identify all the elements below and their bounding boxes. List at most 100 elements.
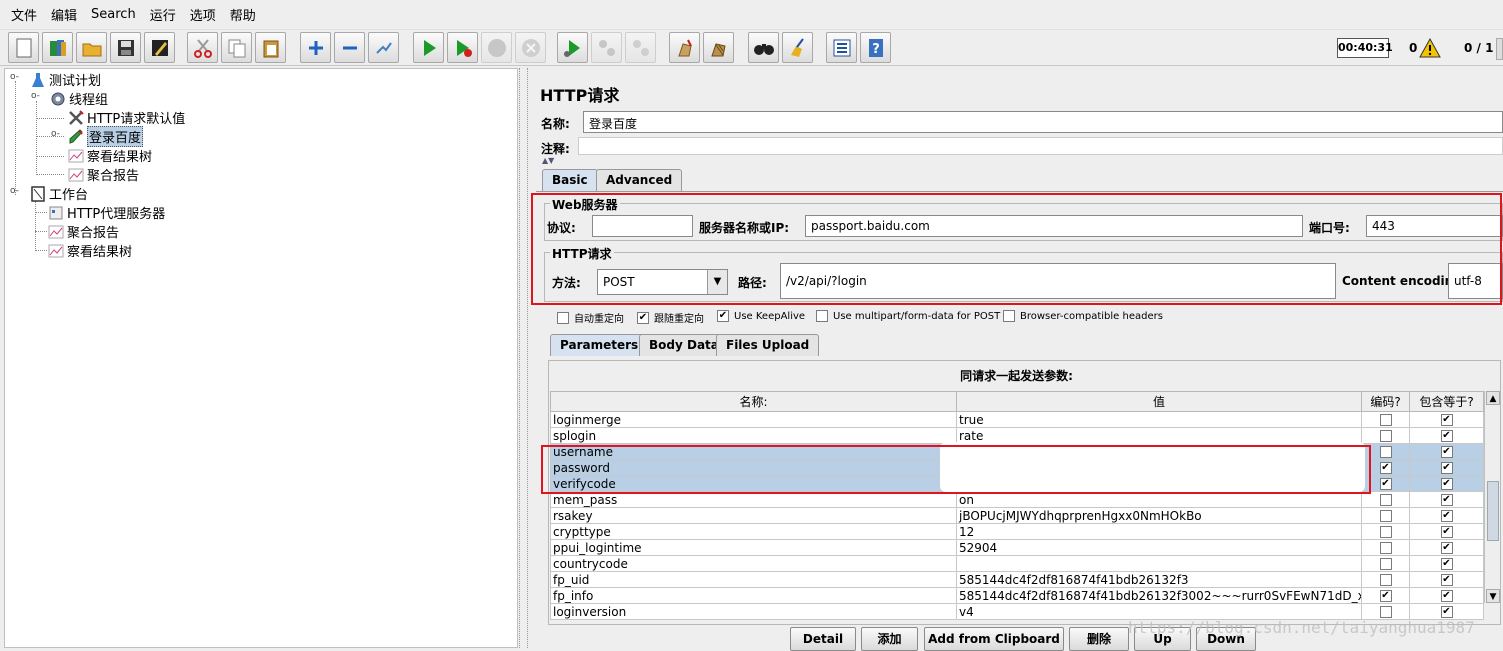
content-encoding-field[interactable]: utf-8 xyxy=(1448,263,1503,299)
multipart-checkbox[interactable]: Use multipart/form-data for POST xyxy=(816,310,1000,322)
search-button[interactable] xyxy=(748,32,779,63)
start-no-pause-button[interactable] xyxy=(447,32,478,63)
column-header-include-equals[interactable]: 包含等于? xyxy=(1409,391,1484,412)
param-name[interactable]: loginmerge xyxy=(550,411,957,428)
param-value[interactable] xyxy=(956,555,1362,572)
encode-checkbox[interactable] xyxy=(1379,510,1392,522)
warning-icon[interactable] xyxy=(1419,38,1441,58)
tree-node-thread-group[interactable]: 线程组 xyxy=(49,89,108,108)
function-helper-button[interactable] xyxy=(826,32,857,63)
checkbox-box[interactable]: ✔ xyxy=(717,310,729,322)
param-value[interactable]: 12 xyxy=(956,523,1362,540)
collapse-button[interactable] xyxy=(334,32,365,63)
encode-checkbox[interactable] xyxy=(1379,558,1392,570)
tab-advanced[interactable]: Advanced xyxy=(596,169,683,191)
param-name[interactable]: splogin xyxy=(550,427,957,444)
tree-node-wb-aggregate-report[interactable]: 聚合报告 xyxy=(47,222,119,241)
menu-run[interactable]: 运行 xyxy=(143,5,183,24)
include-equals-checkbox[interactable]: ✔ xyxy=(1440,510,1453,522)
param-value[interactable]: true xyxy=(956,411,1362,428)
include-equals-checkbox[interactable]: ✔ xyxy=(1440,430,1453,442)
clear-all-button[interactable] xyxy=(703,32,734,63)
param-value[interactable]: jBOPUcjMJWYdhqprprenHgxx0NmHOkBo xyxy=(956,507,1362,524)
follow-redirect-checkbox[interactable]: ✔ 跟随重定向 xyxy=(637,310,704,325)
tree-toggle-thread-group[interactable]: o- xyxy=(31,91,40,101)
paste-button[interactable] xyxy=(255,32,286,63)
auto-redirect-checkbox[interactable]: 自动重定向 xyxy=(557,310,624,325)
stop-button[interactable] xyxy=(481,32,512,63)
encode-checkbox[interactable]: ✔ xyxy=(1379,462,1392,474)
encode-checkbox[interactable] xyxy=(1379,574,1392,586)
include-equals-checkbox[interactable]: ✔ xyxy=(1440,446,1453,458)
tree-toggle-login[interactable]: o- xyxy=(51,129,60,139)
param-value[interactable]: 585144dc4f2df816874f41bdb26132f3 xyxy=(956,571,1362,588)
detail-button[interactable]: Detail xyxy=(790,627,856,651)
include-equals-checkbox[interactable]: ✔ xyxy=(1440,606,1453,618)
encode-checkbox[interactable] xyxy=(1379,542,1392,554)
tree-node-login-baidu[interactable]: 登录百度 xyxy=(67,126,144,147)
tree-node-view-results-tree[interactable]: 察看结果树 xyxy=(67,146,152,165)
chevron-down-icon[interactable]: ▼ xyxy=(707,270,727,294)
open-button[interactable] xyxy=(76,32,107,63)
clear-button[interactable] xyxy=(669,32,700,63)
param-value[interactable]: 585144dc4f2df816874f41bdb26132f3002~~~ru… xyxy=(956,587,1362,604)
encode-checkbox[interactable] xyxy=(1379,430,1392,442)
scroll-up-icon[interactable]: ▲ xyxy=(1486,391,1500,405)
server-field[interactable]: passport.baidu.com xyxy=(805,215,1303,237)
tree-node-workbench[interactable]: 工作台 xyxy=(29,184,88,203)
keepalive-checkbox[interactable]: ✔ Use KeepAlive xyxy=(717,310,805,322)
menu-edit[interactable]: 编辑 xyxy=(44,5,84,24)
checkbox-box[interactable]: ✔ xyxy=(637,311,649,324)
table-row[interactable]: fp_uid 585144dc4f2df816874f41bdb26132f3 ✔ xyxy=(550,571,1484,588)
menu-file[interactable]: 文件 xyxy=(4,5,44,24)
checkbox-box[interactable] xyxy=(816,310,828,322)
method-select[interactable]: POST ▼ xyxy=(597,269,728,295)
include-equals-checkbox[interactable]: ✔ xyxy=(1440,526,1453,538)
pane-splitter[interactable] xyxy=(519,68,528,648)
encode-checkbox[interactable] xyxy=(1379,446,1392,458)
include-equals-checkbox[interactable]: ✔ xyxy=(1440,574,1453,586)
param-name[interactable]: fp_info xyxy=(550,587,957,604)
expand-button[interactable] xyxy=(300,32,331,63)
param-name[interactable]: username xyxy=(550,443,957,460)
scroll-thumb[interactable] xyxy=(1487,481,1499,541)
param-name[interactable]: fp_uid xyxy=(550,571,957,588)
encode-checkbox[interactable] xyxy=(1379,606,1392,618)
checkbox-box[interactable] xyxy=(1003,310,1015,322)
tree-node-aggregate-report[interactable]: 聚合报告 xyxy=(67,165,139,184)
encode-checkbox[interactable] xyxy=(1379,414,1392,426)
templates-button[interactable] xyxy=(42,32,73,63)
browser-compatible-checkbox[interactable]: Browser-compatible headers xyxy=(1003,310,1163,322)
save-as-button[interactable] xyxy=(144,32,175,63)
table-row[interactable]: crypttype 12 ✔ xyxy=(550,523,1484,540)
param-name[interactable]: mem_pass xyxy=(550,491,957,508)
help-button[interactable]: ? xyxy=(860,32,891,63)
include-equals-checkbox[interactable]: ✔ xyxy=(1440,590,1453,602)
protocol-field[interactable] xyxy=(592,215,693,237)
add-button[interactable]: 添加 xyxy=(861,627,918,651)
toggle-button[interactable] xyxy=(368,32,399,63)
include-equals-checkbox[interactable]: ✔ xyxy=(1440,414,1453,426)
param-name[interactable]: loginversion xyxy=(550,603,957,620)
menu-help[interactable]: 帮助 xyxy=(223,5,263,24)
scroll-down-icon[interactable]: ▼ xyxy=(1486,589,1500,603)
column-header-name[interactable]: 名称: xyxy=(550,391,957,412)
encode-checkbox[interactable]: ✔ xyxy=(1379,478,1392,490)
param-name[interactable]: crypttype xyxy=(550,523,957,540)
menu-options[interactable]: 选项 xyxy=(183,5,223,24)
menu-search[interactable]: Search xyxy=(84,7,143,22)
shutdown-button[interactable] xyxy=(515,32,546,63)
include-equals-checkbox[interactable]: ✔ xyxy=(1440,558,1453,570)
new-button[interactable] xyxy=(8,32,39,63)
param-name[interactable]: countrycode xyxy=(550,555,957,572)
tree-toggle-workbench[interactable]: o- xyxy=(10,186,19,196)
param-name[interactable]: verifycode xyxy=(550,475,957,492)
column-header-encode[interactable]: 编码? xyxy=(1361,391,1410,412)
port-field[interactable]: 443 xyxy=(1366,215,1503,237)
include-equals-checkbox[interactable]: ✔ xyxy=(1440,462,1453,474)
delete-button[interactable]: 删除 xyxy=(1069,627,1129,651)
tree-node-http-defaults[interactable]: HTTP请求默认值 xyxy=(67,108,185,127)
checkbox-box[interactable] xyxy=(557,311,569,324)
table-row[interactable]: fp_info 585144dc4f2df816874f41bdb26132f30… xyxy=(550,587,1484,604)
comment-field[interactable] xyxy=(578,137,1503,155)
